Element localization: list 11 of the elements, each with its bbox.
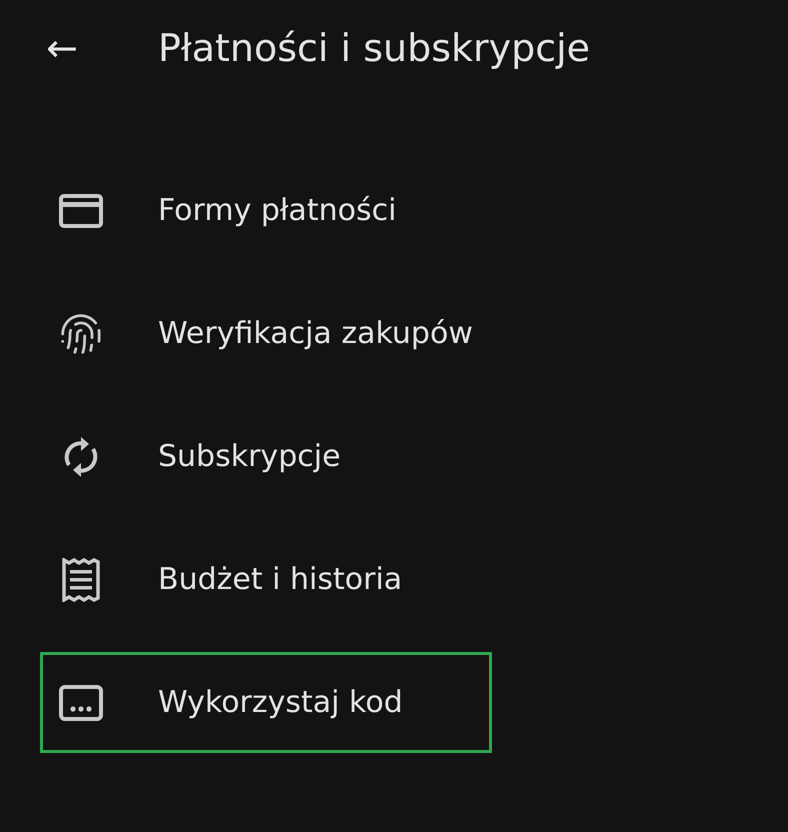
menu-item[interactable]: Subskrypcje — [40, 406, 492, 507]
menu-item[interactable]: Formy płatności — [40, 160, 492, 261]
fingerprint-icon — [59, 312, 103, 356]
menu-item[interactable]: Budżet i historia — [40, 529, 492, 630]
back-button[interactable]: ← — [40, 26, 84, 70]
page-title: Płatności i subskrypcje — [158, 26, 590, 70]
credit-card-icon — [59, 194, 103, 228]
receipt-icon — [61, 558, 101, 602]
dots-card-icon — [59, 684, 103, 720]
highlighted-menu-item[interactable]: Wykorzystaj kod — [40, 652, 492, 753]
menu-item[interactable]: Weryfikacja zakupów — [40, 283, 492, 384]
